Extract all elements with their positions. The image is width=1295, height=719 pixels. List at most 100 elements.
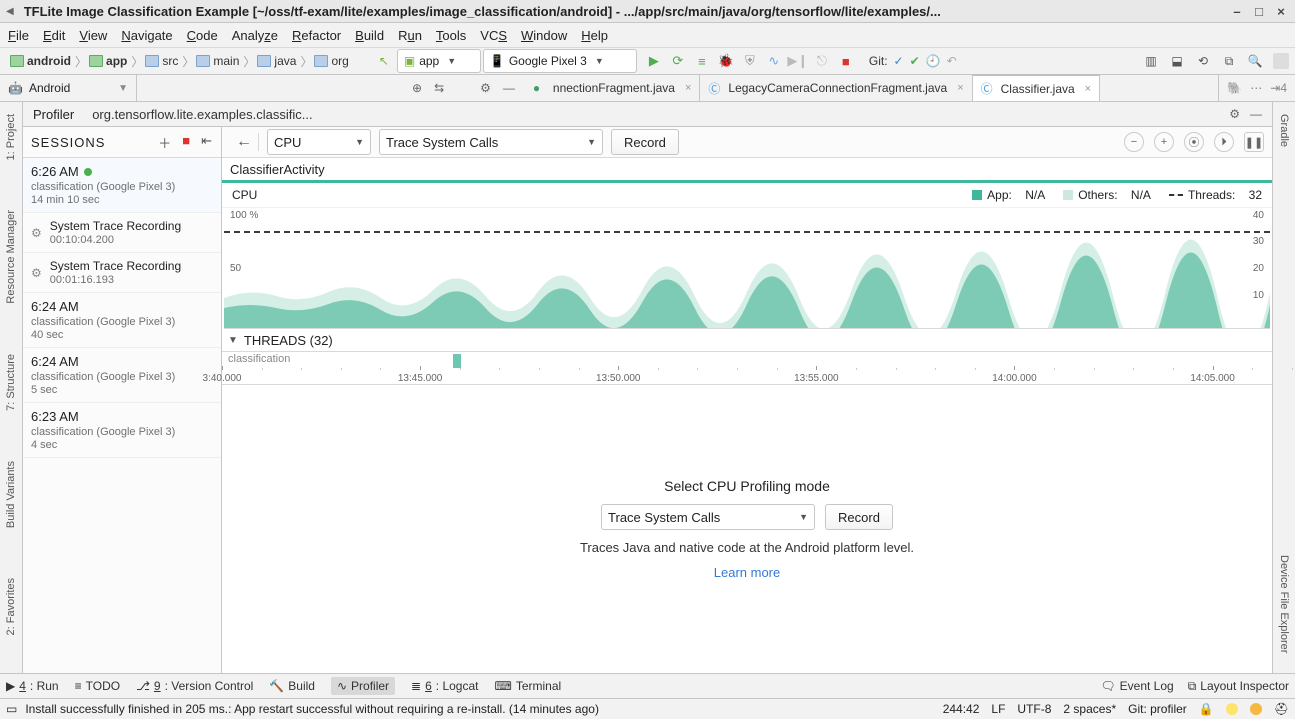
toolwindow-todo[interactable]: ≡ TODO bbox=[75, 679, 120, 693]
menu-refactor[interactable]: Refactor bbox=[292, 28, 341, 43]
target-icon[interactable]: ⊕ bbox=[412, 81, 422, 95]
tab-count-icon[interactable]: ⇥4 bbox=[1270, 81, 1287, 95]
toolwindow-run[interactable]: ▶ 4: 4: RunRun bbox=[6, 679, 59, 693]
zoom-out-icon[interactable]: − bbox=[1124, 132, 1144, 152]
trace-mode-select[interactable]: Trace System Calls▼ bbox=[379, 129, 603, 155]
toolwindow-logcat[interactable]: ≣ 6: Logcat bbox=[411, 679, 478, 693]
menu-view[interactable]: View bbox=[79, 28, 107, 43]
editor-tab-legacycamera[interactable]: Ⓒ LegacyCameraConnectionFragment.java × bbox=[700, 75, 972, 101]
structure-icon[interactable]: ⧉ bbox=[1221, 53, 1237, 69]
editor-tab-classifier[interactable]: Ⓒ Classifier.java × bbox=[973, 74, 1100, 101]
session-stop-icon[interactable]: ■ bbox=[182, 133, 191, 152]
toolwindow-profiler[interactable]: ∿ Profiler bbox=[331, 677, 395, 695]
crumb-java[interactable]: java bbox=[253, 50, 302, 72]
close-button[interactable]: × bbox=[1273, 4, 1289, 19]
crumb-main[interactable]: main bbox=[192, 50, 245, 72]
toolwindow-layout-inspector[interactable]: ⧉ Layout Inspector bbox=[1188, 679, 1289, 694]
menu-edit[interactable]: Edit bbox=[43, 28, 65, 43]
session-item[interactable]: 6:24 AM classification (Google Pixel 3) … bbox=[23, 348, 221, 403]
profiling-record-button[interactable]: Record bbox=[825, 504, 893, 530]
git-update-icon[interactable]: ✓ bbox=[894, 54, 904, 68]
menu-navigate[interactable]: Navigate bbox=[121, 28, 172, 43]
lock-icon[interactable]: 🔒 bbox=[1199, 702, 1214, 716]
profiler-back-button[interactable]: ← bbox=[230, 133, 259, 151]
sync-icon[interactable]: ⟲ bbox=[1195, 53, 1211, 69]
sdk-manager-icon[interactable]: ⬓ bbox=[1169, 53, 1185, 69]
close-tab-icon[interactable]: × bbox=[685, 82, 691, 94]
hide-icon[interactable]: — bbox=[503, 81, 515, 95]
nav-back-icon[interactable]: ↖ bbox=[379, 54, 389, 68]
nav-camera-icon[interactable]: 🐘 bbox=[1227, 81, 1242, 95]
side-favorites[interactable]: 2: Favorites bbox=[5, 578, 17, 635]
menu-build[interactable]: Build bbox=[355, 28, 384, 43]
device-selector[interactable]: 📱Google Pixel 3▼ bbox=[483, 49, 637, 73]
inspection-sad-icon[interactable] bbox=[1250, 703, 1262, 715]
menu-vcs[interactable]: VCS bbox=[480, 28, 507, 43]
menu-run[interactable]: Run bbox=[398, 28, 422, 43]
menu-code[interactable]: Code bbox=[187, 28, 218, 43]
apply-code-icon[interactable]: ≡ bbox=[695, 54, 709, 68]
menu-tools[interactable]: Tools bbox=[436, 28, 466, 43]
pause-icon[interactable]: ❚❚ bbox=[1244, 132, 1264, 152]
status-line-sep[interactable]: LF bbox=[991, 702, 1005, 716]
gear-icon[interactable]: ⚙ bbox=[480, 81, 491, 95]
profiler-gear-icon[interactable]: ⚙ bbox=[1229, 107, 1240, 121]
crumb-android[interactable]: android bbox=[6, 50, 77, 72]
side-structure[interactable]: 7: Structure bbox=[5, 354, 17, 411]
session-recording-item[interactable]: ⚙ System Trace Recording00:10:04.200 bbox=[23, 213, 221, 253]
threads-section-header[interactable]: ▼ THREADS (32) bbox=[222, 329, 1272, 352]
nav-more-icon[interactable]: ⋯ bbox=[1250, 81, 1262, 95]
menu-window[interactable]: Window bbox=[521, 28, 567, 43]
stop-icon[interactable]: ■ bbox=[839, 54, 853, 68]
user-icon[interactable] bbox=[1273, 53, 1289, 69]
live-icon[interactable]: ⏵ bbox=[1214, 132, 1234, 152]
menu-file[interactable]: File bbox=[8, 28, 29, 43]
attach-icon[interactable]: ⎋ bbox=[815, 54, 829, 68]
session-collapse-icon[interactable]: ⇤ bbox=[201, 133, 213, 152]
avd-manager-icon[interactable]: ▥ bbox=[1143, 53, 1159, 69]
run-config-selector[interactable]: ▣app▼ bbox=[397, 49, 481, 73]
learn-more-link[interactable]: Learn more bbox=[714, 565, 780, 580]
menu-help[interactable]: Help bbox=[581, 28, 608, 43]
session-item[interactable]: 6:26 AM classification (Google Pixel 3) … bbox=[23, 158, 221, 213]
status-git-branch[interactable]: Git: profiler bbox=[1128, 702, 1187, 716]
status-indent[interactable]: 2 spaces* bbox=[1063, 702, 1116, 716]
record-button[interactable]: Record bbox=[611, 129, 679, 155]
hector-icon[interactable]: ⛑ bbox=[1274, 702, 1289, 716]
tool-window-android[interactable]: 🤖 Android ▼ bbox=[0, 75, 137, 101]
crumb-app[interactable]: app bbox=[85, 50, 133, 72]
toolwindow-vcs[interactable]: ⎇ 9: Version Control bbox=[136, 679, 253, 693]
toolwindow-build[interactable]: 🔨 Build bbox=[269, 679, 315, 693]
close-tab-icon[interactable]: × bbox=[957, 82, 963, 94]
run-icon[interactable]: ▶ bbox=[647, 54, 661, 68]
menu-analyze[interactable]: Analyze bbox=[232, 28, 278, 43]
session-recording-item[interactable]: ⚙ System Trace Recording00:01:16.193 bbox=[23, 253, 221, 293]
debug-icon[interactable]: 🐞 bbox=[719, 54, 733, 68]
inspection-happy-icon[interactable] bbox=[1226, 703, 1238, 715]
profile-icon[interactable]: ∿ bbox=[767, 54, 781, 68]
status-caret-pos[interactable]: 244:42 bbox=[943, 702, 980, 716]
git-revert-icon[interactable]: ↶ bbox=[947, 54, 957, 68]
search-icon[interactable]: 🔍 bbox=[1247, 53, 1263, 69]
git-commit-icon[interactable]: ✔ bbox=[910, 54, 920, 68]
statusbar-icon[interactable]: ▭ bbox=[6, 702, 17, 716]
status-encoding[interactable]: UTF-8 bbox=[1017, 702, 1051, 716]
maximize-button[interactable]: □ bbox=[1251, 4, 1267, 19]
editor-tab-nnectionfragment[interactable]: ● nnectionFragment.java × bbox=[525, 75, 701, 101]
git-history-icon[interactable]: 🕘 bbox=[926, 54, 941, 68]
cpu-chart[interactable]: 100 % 50 40 30 20 10 bbox=[224, 208, 1270, 329]
profiler-hide-icon[interactable]: — bbox=[1250, 107, 1262, 121]
side-build-variants[interactable]: Build Variants bbox=[5, 461, 17, 528]
crumb-src[interactable]: src bbox=[141, 50, 184, 72]
attach-debugger-icon[interactable]: ▶❙ bbox=[791, 54, 805, 68]
profiling-mode-select[interactable]: Trace System Calls▼ bbox=[601, 504, 815, 530]
minimize-button[interactable]: – bbox=[1229, 4, 1245, 19]
zoom-in-icon[interactable]: + bbox=[1154, 132, 1174, 152]
collapse-icon[interactable]: ⇆ bbox=[434, 81, 444, 95]
coverage-icon[interactable]: ⛨ bbox=[743, 54, 757, 68]
close-tab-icon[interactable]: × bbox=[1085, 83, 1091, 95]
cpu-mode-select[interactable]: CPU▼ bbox=[267, 129, 371, 155]
side-resource-manager[interactable]: Resource Manager bbox=[5, 210, 17, 304]
toolwindow-eventlog[interactable]: 🗨 Event Log bbox=[1100, 679, 1173, 694]
crumb-org[interactable]: org bbox=[310, 50, 354, 72]
